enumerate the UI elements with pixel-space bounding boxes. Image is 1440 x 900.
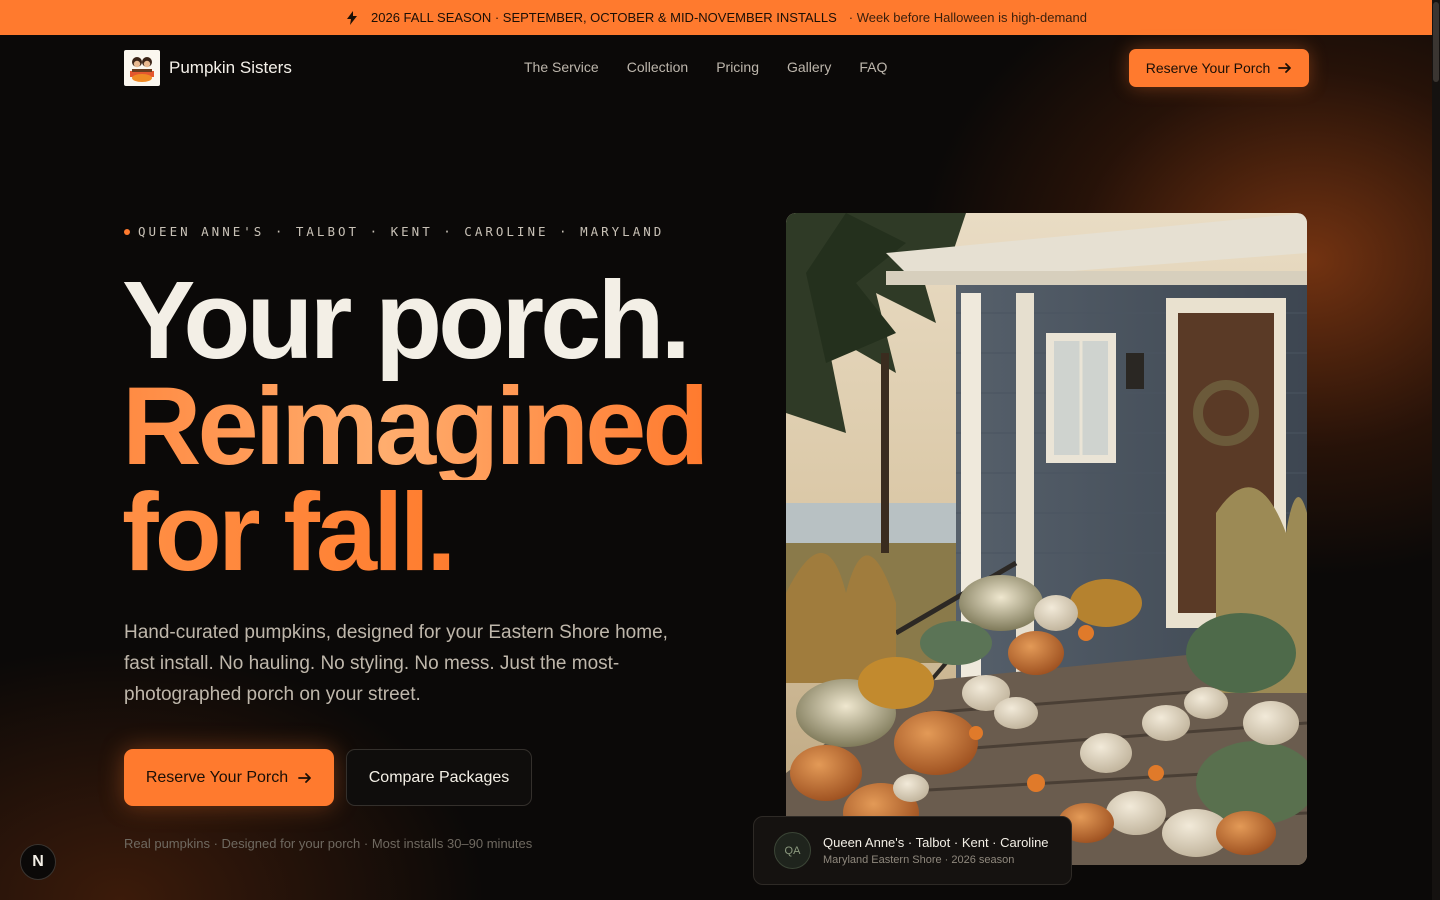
- pumpkin-sisters-logo-icon: [130, 57, 154, 82]
- porch-illustration: [786, 213, 1307, 865]
- nav-reserve-button[interactable]: Reserve Your Porch: [1129, 49, 1309, 87]
- hero-lede: Hand-curated pumpkins, designed for your…: [124, 622, 668, 705]
- headline-line-2: Reimagined: [122, 365, 709, 488]
- announcement-subtext: · Week before Halloween is high-demand: [848, 10, 1087, 25]
- location-card: QA Queen Anne's · Talbot · Kent · Caroli…: [753, 816, 1072, 885]
- eyebrow-text: QUEEN ANNE'S · TALBOT · KENT · CAROLINE …: [138, 224, 665, 239]
- arrow-right-icon: [298, 772, 312, 783]
- hero-footnote: Real pumpkins · Designed for your porch …: [124, 836, 533, 851]
- nav-link-faq[interactable]: FAQ: [859, 59, 887, 75]
- nav-link-the-service[interactable]: The Service: [524, 59, 599, 75]
- top-nav: Pumpkin Sisters The Service Collection P…: [0, 36, 1432, 100]
- location-title: Queen Anne's · Talbot · Kent · Caroline: [823, 835, 1049, 850]
- hero-headline: Your porch. Reimagined for fall.: [122, 259, 709, 588]
- n-badge-button[interactable]: N: [20, 844, 56, 880]
- eyebrow-dot-icon: [124, 228, 130, 235]
- scrollbar[interactable]: [1432, 0, 1440, 900]
- compare-packages-button[interactable]: Compare Packages: [346, 749, 532, 806]
- location-subtitle: Maryland Eastern Shore · 2026 season: [823, 854, 1015, 866]
- arrow-right-icon: [1278, 63, 1292, 73]
- announcement-text: 2026 FALL SEASON · SEPTEMBER, OCTOBER & …: [371, 10, 837, 25]
- scrollbar-thumb[interactable]: [1433, 2, 1439, 82]
- nav-links: The Service Collection Pricing Gallery F…: [524, 59, 887, 75]
- nav-link-pricing[interactable]: Pricing: [716, 59, 759, 75]
- hero-reserve-label: Reserve Your Porch: [145, 768, 289, 786]
- brand[interactable]: Pumpkin Sisters: [124, 50, 292, 86]
- nav-link-gallery[interactable]: Gallery: [787, 59, 831, 75]
- brand-logo: [124, 50, 160, 86]
- headline-line-3: for fall.: [122, 478, 705, 588]
- nav-reserve-label: Reserve Your Porch: [1145, 60, 1271, 76]
- n-badge-letter: N: [32, 853, 44, 870]
- hero-eyebrow: QUEEN ANNE'S · TALBOT · KENT · CAROLINE …: [124, 224, 664, 239]
- hero-porch-photo: [786, 213, 1307, 865]
- hero-reserve-button[interactable]: Reserve Your Porch: [124, 749, 334, 806]
- location-text: Queen Anne's · Talbot · Kent · Caroline …: [823, 835, 1049, 866]
- nav-link-collection[interactable]: Collection: [627, 59, 688, 75]
- bolt-icon: [347, 10, 358, 25]
- brand-name: Pumpkin Sisters: [169, 58, 292, 77]
- headline-line-1: Your porch.: [122, 259, 691, 382]
- announcement-bar: 2026 FALL SEASON · SEPTEMBER, OCTOBER & …: [0, 0, 1432, 35]
- location-avatar: QA: [774, 832, 811, 869]
- compare-packages-label: Compare Packages: [368, 768, 510, 786]
